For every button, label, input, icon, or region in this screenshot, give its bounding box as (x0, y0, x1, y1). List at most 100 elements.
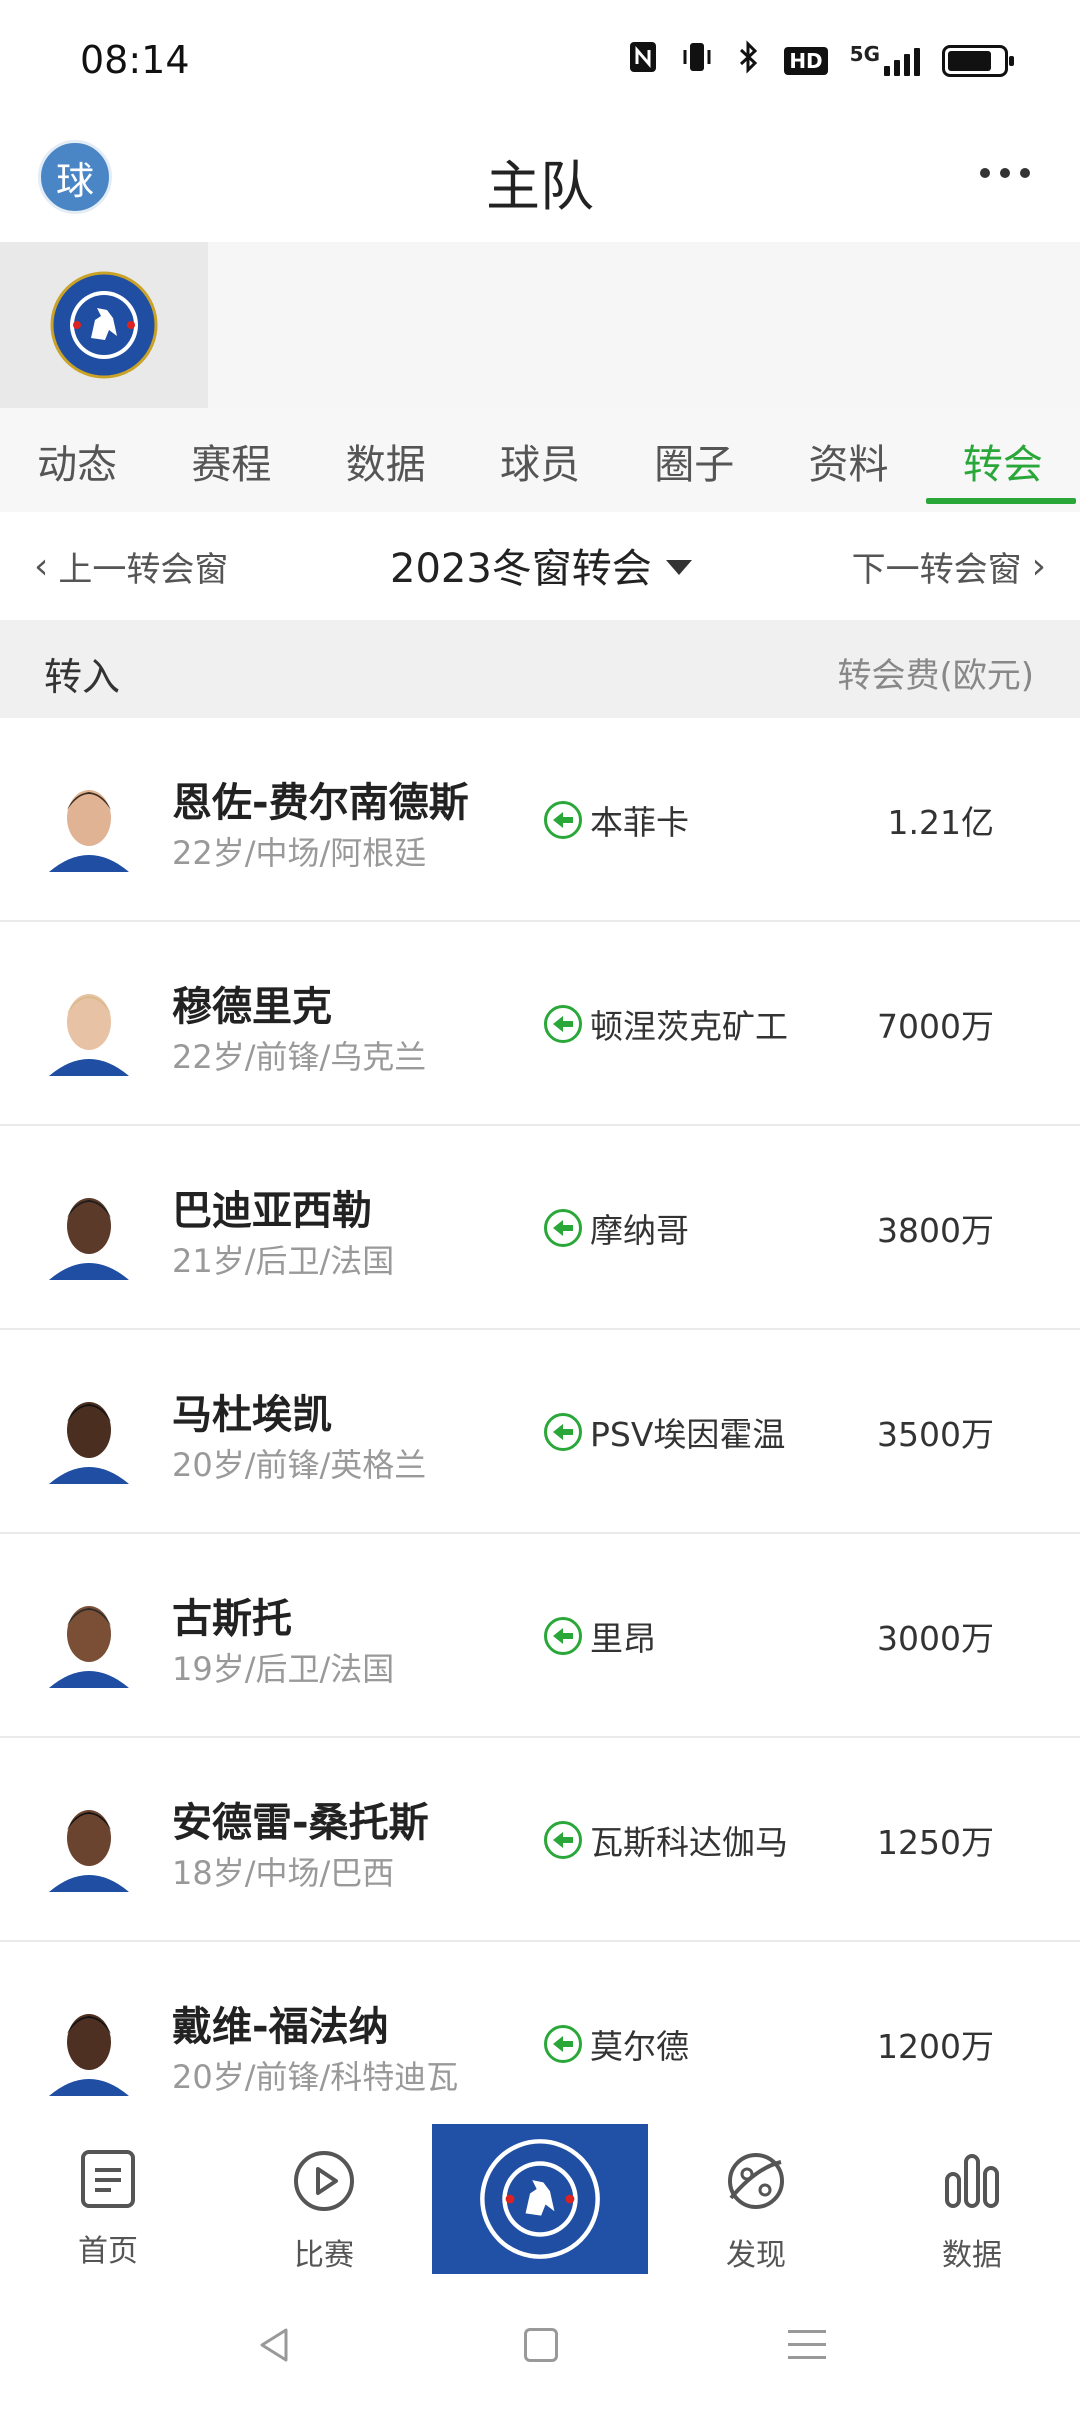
from-club-label: 本菲卡 (590, 803, 689, 842)
hd-icon: HD (784, 47, 828, 75)
window-select-dropdown[interactable]: 2023冬窗转会 (390, 536, 692, 594)
discover-planet-icon (728, 2153, 784, 2209)
transfer-fee: 7000万 (877, 1007, 994, 1046)
arrow-left-icon (544, 1821, 582, 1859)
vibrate-icon (680, 40, 714, 82)
transfer-row[interactable]: 安德雷-桑托斯 18岁/中场/巴西 瓦斯科达伽马 1250万 (0, 1738, 1080, 1942)
transfer-fee: 1200万 (877, 2027, 994, 2066)
player-info: 20岁/前锋/科特迪瓦 (172, 2058, 459, 2096)
player-avatar (44, 768, 134, 872)
from-club: PSV埃因霍温 (544, 1408, 785, 1456)
nav-discover-label: 发现 (726, 2238, 786, 2273)
play-circle-icon (294, 2151, 354, 2211)
player-info: 19岁/后卫/法国 (172, 1650, 395, 1688)
transfer-row[interactable]: 马杜埃凯 20岁/前锋/英格兰 PSV埃因霍温 3500万 (0, 1330, 1080, 1534)
tab-transfers[interactable]: 转会 (925, 408, 1080, 512)
back-icon[interactable] (256, 2326, 292, 2368)
prev-window-button[interactable]: ‹ 上一转会窗 (34, 542, 228, 591)
from-club: 本菲卡 (544, 796, 689, 844)
transfer-row[interactable]: 古斯托 19岁/后卫/法国 里昂 3000万 (0, 1534, 1080, 1738)
status-time: 08:14 (80, 38, 190, 82)
player-avatar (44, 1380, 134, 1484)
player-name: 古斯托 (172, 1596, 292, 1642)
team-tabs: 动态 赛程 数据 球员 圈子 资料 转会 (0, 408, 1080, 512)
nav-home-label: 首页 (78, 2234, 138, 2269)
arrow-left-icon (544, 1617, 582, 1655)
tab-info[interactable]: 资料 (771, 408, 925, 512)
transfer-row[interactable]: 穆德里克 22岁/前锋/乌克兰 顿涅茨克矿工 7000万 (0, 922, 1080, 1126)
nav-team-crest[interactable] (432, 2124, 648, 2274)
from-club-label: 里昂 (590, 1619, 656, 1658)
home-doc-icon (81, 2150, 135, 2208)
bottom-nav: 首页 比赛 发现 数据 (0, 2124, 1080, 2286)
status-bar: 08:14 HD 5G (0, 0, 1080, 120)
nav-match[interactable]: 比赛 (216, 2126, 432, 2286)
from-club: 瓦斯科达伽马 (544, 1816, 788, 1864)
status-icons: HD 5G (628, 40, 1014, 82)
arrow-left-icon (544, 801, 582, 839)
next-window-button[interactable]: 下一转会窗 › (852, 542, 1046, 591)
nav-data[interactable]: 数据 (864, 2126, 1080, 2286)
tab-players[interactable]: 球员 (463, 408, 617, 512)
next-window-label: 下一转会窗 (851, 550, 1022, 590)
current-window-label: 2023冬窗转会 (390, 546, 652, 592)
from-club-label: 瓦斯科达伽马 (590, 1823, 788, 1862)
fee-column-header: 转会费(欧元) (837, 656, 1034, 696)
transfer-row[interactable]: 恩佐-费尔南德斯 22岁/中场/阿根廷 本菲卡 1.21亿 (0, 718, 1080, 922)
tab-stats[interactable]: 数据 (309, 408, 463, 512)
nav-home[interactable]: 首页 (0, 2126, 216, 2286)
arrow-left-icon (544, 2025, 582, 2063)
player-info: 20岁/前锋/英格兰 (172, 1446, 427, 1484)
caret-down-icon (665, 559, 692, 575)
player-name: 巴迪亚西勒 (172, 1188, 372, 1234)
player-name: 戴维-福法纳 (172, 2004, 389, 2050)
player-name: 马杜埃凯 (172, 1392, 332, 1438)
chelsea-crest-icon (50, 271, 158, 379)
from-club-label: 莫尔德 (590, 2027, 689, 2066)
player-info: 22岁/中场/阿根廷 (172, 834, 427, 872)
chevron-left-icon: ‹ (34, 546, 49, 587)
player-avatar (44, 1584, 134, 1688)
bar-chart-icon (945, 2154, 999, 2208)
transfer-fee: 1.21亿 (887, 803, 994, 842)
tab-schedule[interactable]: 赛程 (154, 408, 308, 512)
battery-icon (942, 45, 1014, 77)
transfer-row[interactable]: 巴迪亚西勒 21岁/后卫/法国 摩纳哥 3800万 (0, 1126, 1080, 1330)
arrow-left-icon (544, 1413, 582, 1451)
player-info: 18岁/中场/巴西 (172, 1854, 395, 1892)
arrow-left-icon (544, 1209, 582, 1247)
from-club-label: 顿涅茨克矿工 (590, 1007, 788, 1046)
bluetooth-icon (736, 40, 762, 82)
home-square-icon[interactable] (524, 2328, 558, 2362)
player-name: 恩佐-费尔南德斯 (172, 780, 469, 826)
player-name: 安德雷-桑托斯 (172, 1800, 429, 1846)
chevron-right-icon: › (1031, 546, 1046, 587)
player-avatar (44, 1992, 134, 2096)
nav-discover[interactable]: 发现 (648, 2126, 864, 2286)
player-info: 21岁/后卫/法国 (172, 1242, 395, 1280)
player-name: 穆德里克 (172, 984, 332, 1030)
from-club: 顿涅茨克矿工 (544, 1000, 788, 1048)
section-title: 转入 (44, 655, 121, 699)
prev-window-label: 上一转会窗 (58, 550, 229, 590)
tab-community[interactable]: 圈子 (617, 408, 771, 512)
page-title: 主队 (486, 155, 594, 218)
tab-news[interactable]: 动态 (0, 408, 154, 512)
player-avatar (44, 972, 134, 1076)
transfer-fee: 1250万 (877, 1823, 994, 1862)
club-crest (0, 242, 208, 408)
transfer-row[interactable]: 戴维-福法纳 20岁/前锋/科特迪瓦 莫尔德 1200万 (0, 1942, 1080, 2146)
team-banner (0, 242, 1080, 408)
transfer-fee: 3000万 (877, 1619, 994, 1658)
network-type-label: 5G (849, 42, 880, 66)
from-club-label: 摩纳哥 (590, 1211, 689, 1250)
recents-menu-icon[interactable] (788, 2330, 826, 2369)
nav-match-label: 比赛 (294, 2238, 354, 2273)
transfer-list: 恩佐-费尔南德斯 22岁/中场/阿根廷 本菲卡 1.21亿 穆德里克 22岁/前锋/乌克兰… (0, 718, 1080, 2146)
player-avatar (44, 1788, 134, 1892)
player-avatar (44, 1176, 134, 1280)
5g-signal-icon: 5G (850, 42, 920, 76)
more-options-icon[interactable] (980, 168, 1030, 178)
chelsea-crest-icon (480, 2139, 600, 2259)
transfer-fee: 3500万 (877, 1415, 994, 1454)
